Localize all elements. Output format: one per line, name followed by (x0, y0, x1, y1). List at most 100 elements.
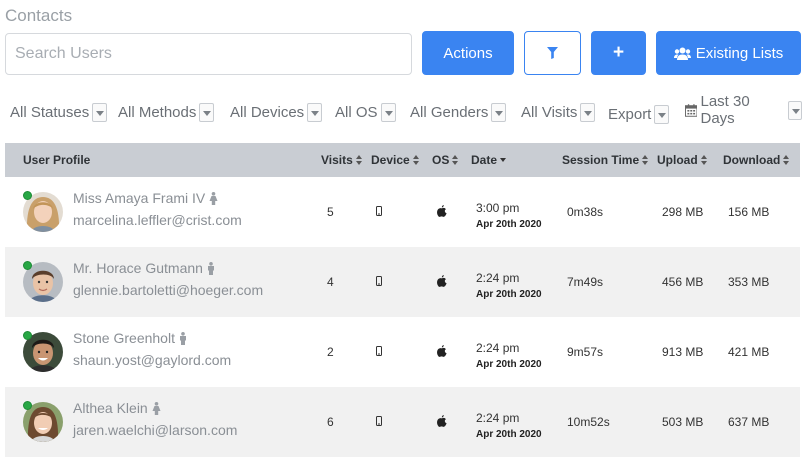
sort-icon (412, 155, 419, 165)
header-download[interactable]: Download (723, 143, 790, 177)
statuses-dropdown[interactable]: All Statuses (10, 100, 108, 124)
chevron-down-icon (380, 102, 396, 122)
header-upload-label: Upload (657, 153, 698, 167)
upload-size: 503 MB (662, 415, 704, 429)
header-session-time[interactable]: Session Time (562, 143, 649, 177)
visit-date: Apr 20th 2020 (476, 429, 542, 440)
visit-date: Apr 20th 2020 (476, 289, 542, 300)
visit-time: 3:00 pm (476, 201, 520, 215)
download-size: 353 MB (728, 275, 770, 289)
apple-icon (437, 345, 447, 357)
devices-dropdown-label: All Devices (230, 103, 305, 121)
visits-dropdown[interactable]: All Visits (521, 100, 596, 124)
header-user-profile-label: User Profile (23, 153, 91, 167)
contact-name[interactable]: Althea Klein (73, 400, 161, 416)
sort-icon (783, 155, 790, 165)
download-size: 156 MB (728, 205, 770, 219)
online-status-dot (23, 261, 32, 270)
apple-icon (437, 205, 447, 217)
methods-dropdown[interactable]: All Methods (118, 100, 215, 124)
download-size: 637 MB (728, 415, 770, 429)
statuses-dropdown-label: All Statuses (10, 103, 90, 121)
actions-button-label: Actions (443, 44, 493, 62)
visit-date: Apr 20th 2020 (476, 219, 542, 230)
visit-time: 2:24 pm (476, 411, 520, 425)
os-dropdown[interactable]: All OS (335, 100, 396, 124)
date-range-dropdown[interactable]: Last 30 Days (685, 93, 802, 127)
contact-name-text: Althea Klein (73, 400, 148, 416)
table-row[interactable]: Miss Amaya Frami IV marcelina.leffler@cr… (5, 177, 800, 247)
table-row[interactable]: Stone Greenholt shaun.yost@gaylord.com 2… (5, 317, 800, 387)
visits-count: 6 (327, 415, 334, 429)
add-button[interactable]: + (591, 31, 646, 75)
users-icon (673, 47, 691, 60)
sort-icon (700, 155, 707, 165)
date-range-label: Last 30 Days (700, 93, 750, 127)
header-visits-label: Visits (321, 153, 353, 167)
visit-time: 2:24 pm (476, 271, 520, 285)
mobile-icon (376, 416, 382, 426)
male-icon (207, 261, 214, 275)
add-button-label: + (612, 42, 625, 63)
session-time: 10m52s (567, 415, 610, 429)
visits-dropdown-label: All Visits (521, 103, 578, 121)
contact-email: glennie.bartoletti@hoeger.com (73, 282, 264, 298)
chevron-down-icon (92, 102, 108, 122)
header-upload[interactable]: Upload (657, 143, 707, 177)
contact-name[interactable]: Stone Greenholt (73, 330, 187, 346)
upload-size: 456 MB (662, 275, 704, 289)
chevron-down-icon (580, 102, 596, 122)
contact-name-text: Stone Greenholt (73, 330, 175, 346)
search-input[interactable] (5, 33, 412, 75)
session-time: 7m49s (567, 275, 604, 289)
contact-name[interactable]: Mr. Horace Gutmann (73, 260, 215, 276)
devices-dropdown[interactable]: All Devices (230, 100, 323, 124)
export-dropdown[interactable]: Export (608, 102, 670, 126)
chevron-down-icon (491, 102, 507, 122)
header-visits[interactable]: Visits (321, 143, 362, 177)
visits-count: 4 (327, 275, 334, 289)
online-status-dot (23, 331, 32, 340)
genders-dropdown[interactable]: All Genders (410, 100, 507, 124)
apple-icon (437, 275, 447, 287)
header-user-profile: User Profile (23, 143, 90, 177)
chevron-down-icon (307, 102, 323, 122)
visit-date: Apr 20th 2020 (476, 359, 542, 370)
header-date[interactable]: Date (471, 143, 507, 177)
sort-icon (642, 155, 649, 165)
existing-lists-button[interactable]: Existing Lists (656, 31, 801, 75)
contact-name-text: Miss Amaya Frami IV (73, 190, 206, 206)
os-dropdown-label: All OS (335, 103, 378, 121)
male-icon (179, 331, 186, 345)
mobile-icon (376, 206, 382, 216)
online-status-dot (23, 191, 32, 200)
header-device[interactable]: Device (371, 143, 419, 177)
filter-button[interactable] (524, 31, 581, 75)
page-title: Contacts (5, 6, 73, 25)
chevron-down-icon (787, 100, 802, 120)
visit-time: 2:24 pm (476, 341, 520, 355)
online-status-dot (23, 401, 32, 410)
header-os-label: OS (432, 153, 450, 167)
filter-icon (547, 47, 558, 59)
chevron-down-icon (654, 104, 670, 124)
calendar-icon (685, 103, 698, 117)
actions-button[interactable]: Actions (422, 31, 514, 75)
header-device-label: Device (371, 153, 410, 167)
header-date-label: Date (471, 153, 498, 167)
sort-icon (452, 155, 459, 165)
upload-size: 298 MB (662, 205, 704, 219)
table-row[interactable]: Althea Klein jaren.waelchi@larson.com 6 … (5, 387, 800, 457)
session-time: 0m38s (567, 205, 604, 219)
contact-name[interactable]: Miss Amaya Frami IV (73, 190, 218, 206)
session-time: 9m57s (567, 345, 604, 359)
export-dropdown-label: Export (608, 105, 652, 123)
table-header: User Profile Visits Device OS Date Sessi… (5, 143, 800, 177)
header-download-label: Download (723, 153, 781, 167)
table-row[interactable]: Mr. Horace Gutmann glennie.bartoletti@ho… (5, 247, 800, 317)
upload-size: 913 MB (662, 345, 704, 359)
header-os[interactable]: OS (432, 143, 459, 177)
female-icon (209, 191, 218, 205)
visits-count: 2 (327, 345, 334, 359)
apple-icon (437, 415, 447, 427)
